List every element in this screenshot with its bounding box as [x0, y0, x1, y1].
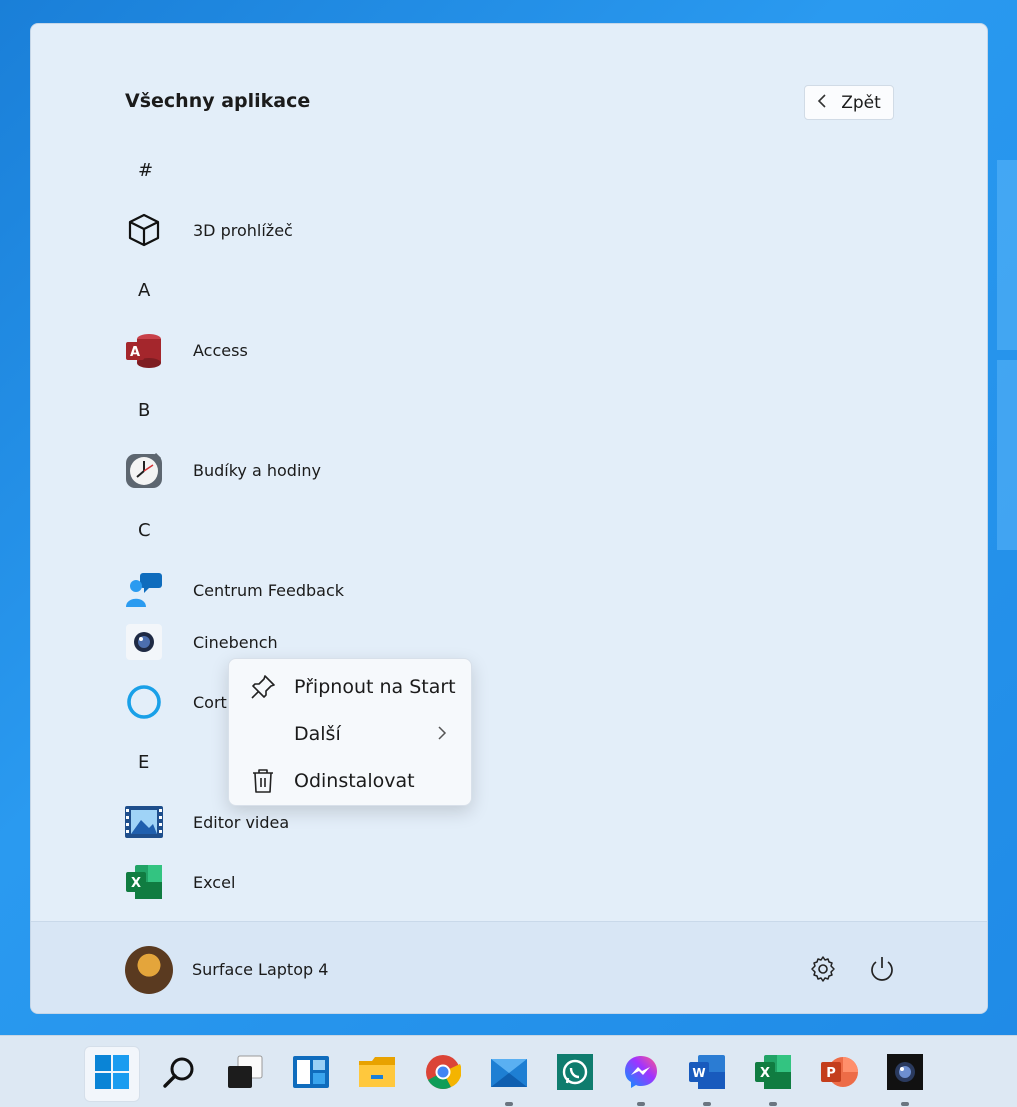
- running-indicator: [637, 1102, 645, 1106]
- taskbar-task-view-button[interactable]: [217, 1046, 273, 1102]
- taskbar-powerpoint-button[interactable]: P: [811, 1046, 867, 1102]
- cinebench-icon: [125, 623, 163, 661]
- app-label: 3D prohlížeč: [193, 220, 293, 240]
- start-bottom-bar: Surface Laptop 4: [31, 921, 987, 1013]
- menu-item-uninstall[interactable]: Odinstalovat: [229, 757, 471, 804]
- taskbar-excel-button[interactable]: X: [745, 1046, 801, 1106]
- video-editor-icon: [125, 803, 163, 841]
- app-label: Access: [193, 340, 248, 360]
- task-view-icon: [226, 1054, 264, 1094]
- menu-item-more[interactable]: Další: [229, 710, 471, 757]
- running-indicator: [769, 1102, 777, 1106]
- app-item-access[interactable]: A Access: [125, 320, 925, 380]
- taskbar-start-button[interactable]: [84, 1046, 140, 1102]
- letter-label: B: [138, 399, 151, 421]
- taskbar-whatsapp-button[interactable]: [547, 1046, 603, 1102]
- whatsapp-icon: [557, 1054, 593, 1094]
- pin-icon: [249, 673, 277, 701]
- svg-text:A: A: [130, 345, 140, 360]
- chrome-icon: [425, 1054, 462, 1094]
- menu-label: Další: [294, 722, 341, 745]
- app-label: Centrum Feedback: [193, 580, 345, 600]
- app-item-feedback-hub[interactable]: Centrum Feedback: [125, 560, 925, 620]
- app-item-alarms-clock[interactable]: Budíky a hodiny: [125, 440, 925, 500]
- app-label: Cort: [193, 692, 227, 712]
- menu-item-pin-to-start[interactable]: Připnout na Start: [229, 663, 471, 710]
- taskbar-messenger-button[interactable]: [613, 1046, 669, 1106]
- chevron-left-icon: [817, 93, 827, 112]
- chevron-right-icon: [437, 724, 447, 746]
- svg-text:P: P: [826, 1066, 836, 1081]
- taskbar-file-explorer-button[interactable]: [349, 1046, 405, 1102]
- letter-header-a[interactable]: A: [125, 260, 925, 320]
- gear-icon: [808, 956, 838, 988]
- app-label: Editor videa: [193, 812, 290, 832]
- running-indicator: [703, 1102, 711, 1106]
- letter-label: C: [138, 519, 151, 541]
- cube-icon: [125, 211, 163, 249]
- svg-text:X: X: [131, 876, 141, 891]
- search-icon: [162, 1055, 196, 1093]
- running-indicator: [505, 1102, 513, 1106]
- back-label: Zpět: [841, 92, 881, 113]
- wallpaper-panel-1: [997, 160, 1017, 350]
- taskbar-word-button[interactable]: W: [679, 1046, 735, 1106]
- user-avatar[interactable]: [125, 946, 173, 994]
- taskbar-widgets-button[interactable]: [283, 1046, 339, 1102]
- start-menu-panel: Všechny aplikace Zpět # 3D prohlížeč A A…: [30, 23, 988, 1014]
- user-name[interactable]: Surface Laptop 4: [192, 960, 328, 979]
- menu-label: Připnout na Start: [294, 675, 456, 698]
- letter-header-hash[interactable]: #: [125, 140, 925, 200]
- running-indicator: [901, 1102, 909, 1106]
- settings-button[interactable]: [808, 954, 838, 984]
- app-label: Excel: [193, 872, 236, 892]
- svg-text:W: W: [692, 1066, 705, 1080]
- messenger-icon: [623, 1054, 659, 1094]
- letter-label: E: [138, 751, 150, 773]
- access-icon: A: [125, 331, 163, 369]
- app-item-excel[interactable]: X Excel: [125, 852, 925, 912]
- menu-label: Odinstalovat: [294, 769, 415, 792]
- mail-icon: [490, 1055, 528, 1093]
- widgets-icon: [292, 1055, 330, 1093]
- cinebench-icon: [887, 1054, 923, 1094]
- app-label: Budíky a hodiny: [193, 460, 321, 480]
- wallpaper-panel-2: [997, 360, 1017, 550]
- taskbar-cinebench-button[interactable]: [877, 1046, 933, 1106]
- all-apps-title: Všechny aplikace: [125, 90, 311, 112]
- word-icon: W: [688, 1054, 726, 1094]
- alarm-clock-icon: [125, 451, 163, 489]
- app-label: Cinebench: [193, 632, 278, 652]
- powerpoint-icon: P: [820, 1054, 858, 1094]
- taskbar-search-button[interactable]: [151, 1046, 207, 1102]
- power-button[interactable]: [867, 954, 897, 984]
- taskbar: W X P: [0, 1035, 1017, 1107]
- letter-header-c[interactable]: C: [125, 500, 925, 560]
- taskbar-mail-button[interactable]: [481, 1046, 537, 1106]
- context-menu: Připnout na Start Další Odinstalovat: [228, 658, 472, 806]
- excel-icon: X: [754, 1054, 792, 1094]
- svg-text:X: X: [760, 1066, 770, 1081]
- trash-icon: [249, 767, 277, 795]
- power-icon: [867, 957, 897, 988]
- feedback-hub-icon: [125, 571, 163, 609]
- folder-icon: [358, 1055, 396, 1093]
- cortana-icon: [125, 683, 163, 721]
- app-item-3d-viewer[interactable]: 3D prohlížeč: [125, 200, 925, 260]
- letter-label: A: [138, 279, 151, 301]
- taskbar-chrome-button[interactable]: [415, 1046, 471, 1102]
- back-button[interactable]: Zpět: [804, 85, 894, 120]
- letter-header-b[interactable]: B: [125, 380, 925, 440]
- windows-logo-icon: [94, 1054, 130, 1094]
- excel-icon: X: [125, 863, 163, 901]
- letter-label: #: [138, 159, 154, 181]
